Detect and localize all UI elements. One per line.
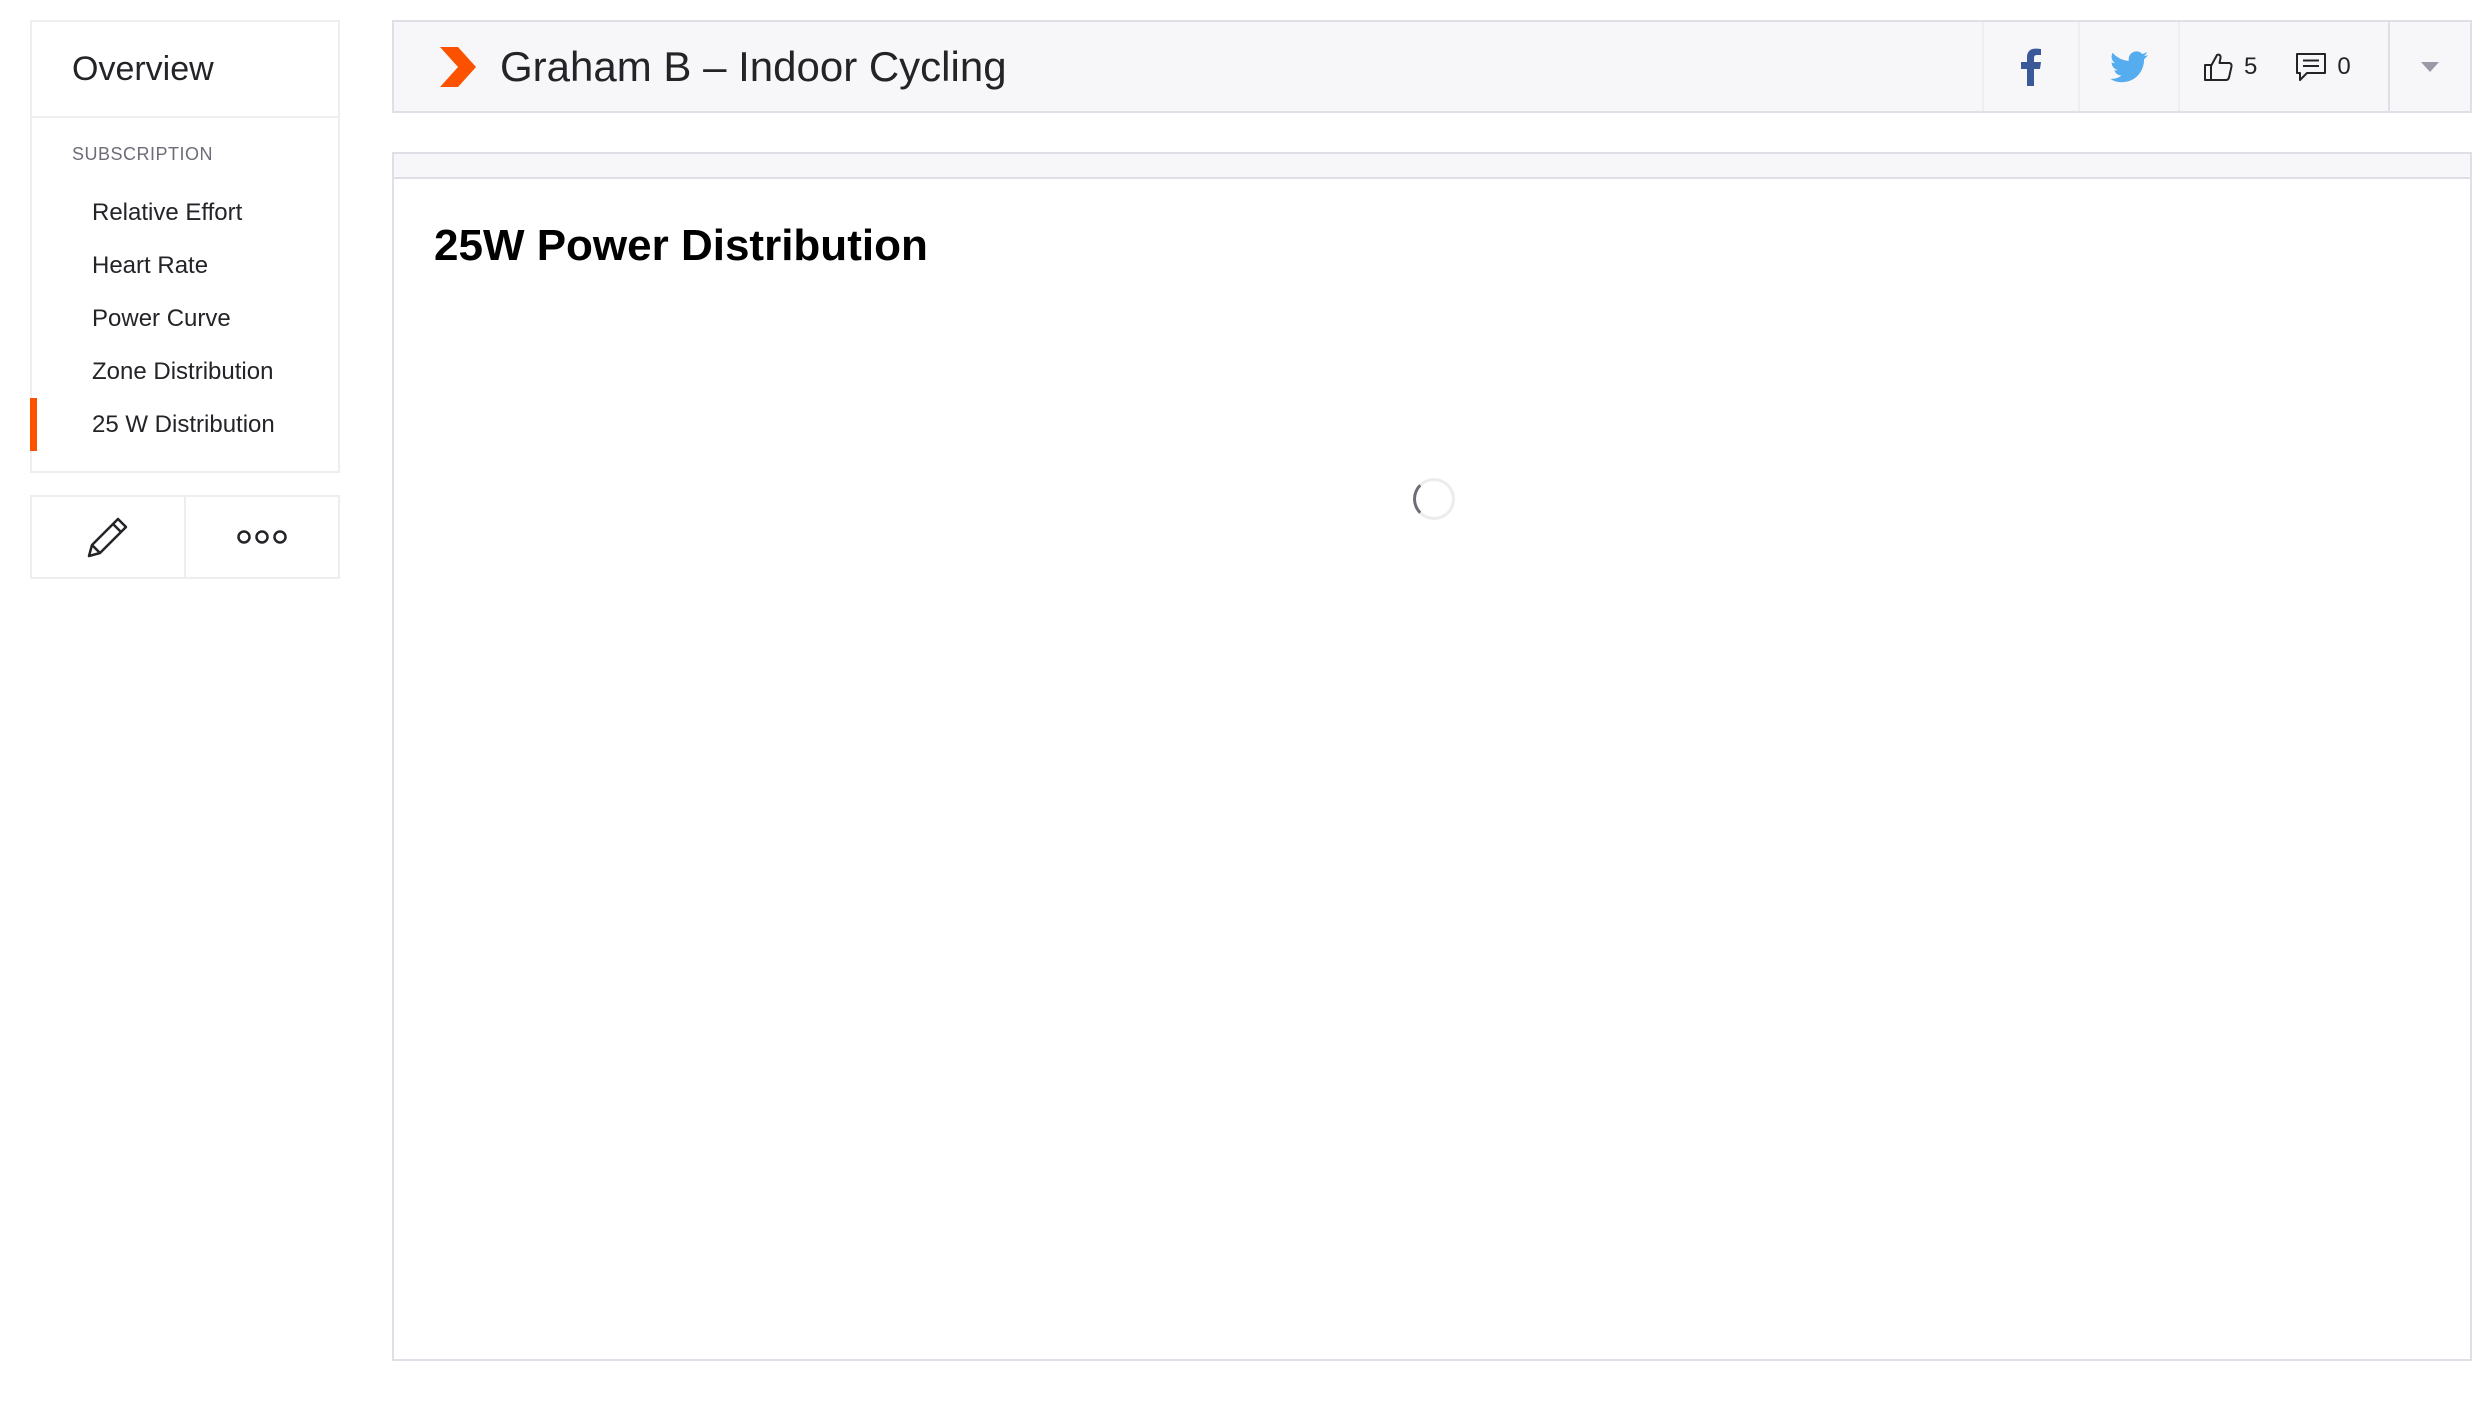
share-facebook-button[interactable] xyxy=(1982,22,2078,111)
facebook-icon xyxy=(2021,48,2041,86)
activity-title: Graham B – Indoor Cycling xyxy=(500,42,1007,90)
share-twitter-button[interactable] xyxy=(2078,22,2178,111)
sidebar-item-heart-rate[interactable]: Heart Rate xyxy=(32,239,338,292)
twitter-icon xyxy=(2110,50,2148,82)
kudos-count: 5 xyxy=(2244,52,2258,80)
strava-chevron-icon xyxy=(438,45,478,89)
chevron-down-icon xyxy=(2421,61,2439,72)
sidebar-item-power-curve[interactable]: Power Curve xyxy=(32,292,338,345)
activity-header: Graham B – Indoor Cycling 5 0 xyxy=(392,20,2472,113)
comment-icon xyxy=(2296,52,2327,81)
thumbs-up-icon xyxy=(2204,53,2233,81)
sidebar-nav-card: Overview SUBSCRIPTION Relative Effort He… xyxy=(30,20,340,473)
social-stats: 5 0 xyxy=(2178,22,2388,111)
sidebar-item-25w-distribution[interactable]: 25 W Distribution xyxy=(30,398,338,451)
header-menu-dropdown[interactable] xyxy=(2388,22,2470,111)
sidebar-item-relative-effort[interactable]: Relative Effort xyxy=(32,186,338,239)
edit-activity-button[interactable] xyxy=(32,497,184,577)
sidebar-item-zone-distribution[interactable]: Zone Distribution xyxy=(32,345,338,398)
loading-spinner xyxy=(1413,478,1455,520)
page-title: 25W Power Distribution xyxy=(434,221,928,270)
subscription-section-header: SUBSCRIPTION xyxy=(72,144,214,164)
sidebar-action-row xyxy=(30,495,340,579)
sidebar-overview-link[interactable]: Overview xyxy=(32,22,338,118)
comment-count: 0 xyxy=(2337,52,2351,80)
more-options-button[interactable] xyxy=(184,497,338,577)
main-content-panel: 25W Power Distribution xyxy=(392,177,2472,1361)
content-tab-strip xyxy=(392,152,2472,179)
comments-button[interactable]: 0 xyxy=(2295,52,2351,82)
subscription-nav-list: Relative Effort Heart Rate Power Curve Z… xyxy=(30,186,338,471)
sidebar: Overview SUBSCRIPTION Relative Effort He… xyxy=(30,20,340,579)
pencil-icon xyxy=(87,517,128,558)
more-options-icon xyxy=(237,530,287,544)
kudos-button[interactable]: 5 xyxy=(2202,51,2257,83)
